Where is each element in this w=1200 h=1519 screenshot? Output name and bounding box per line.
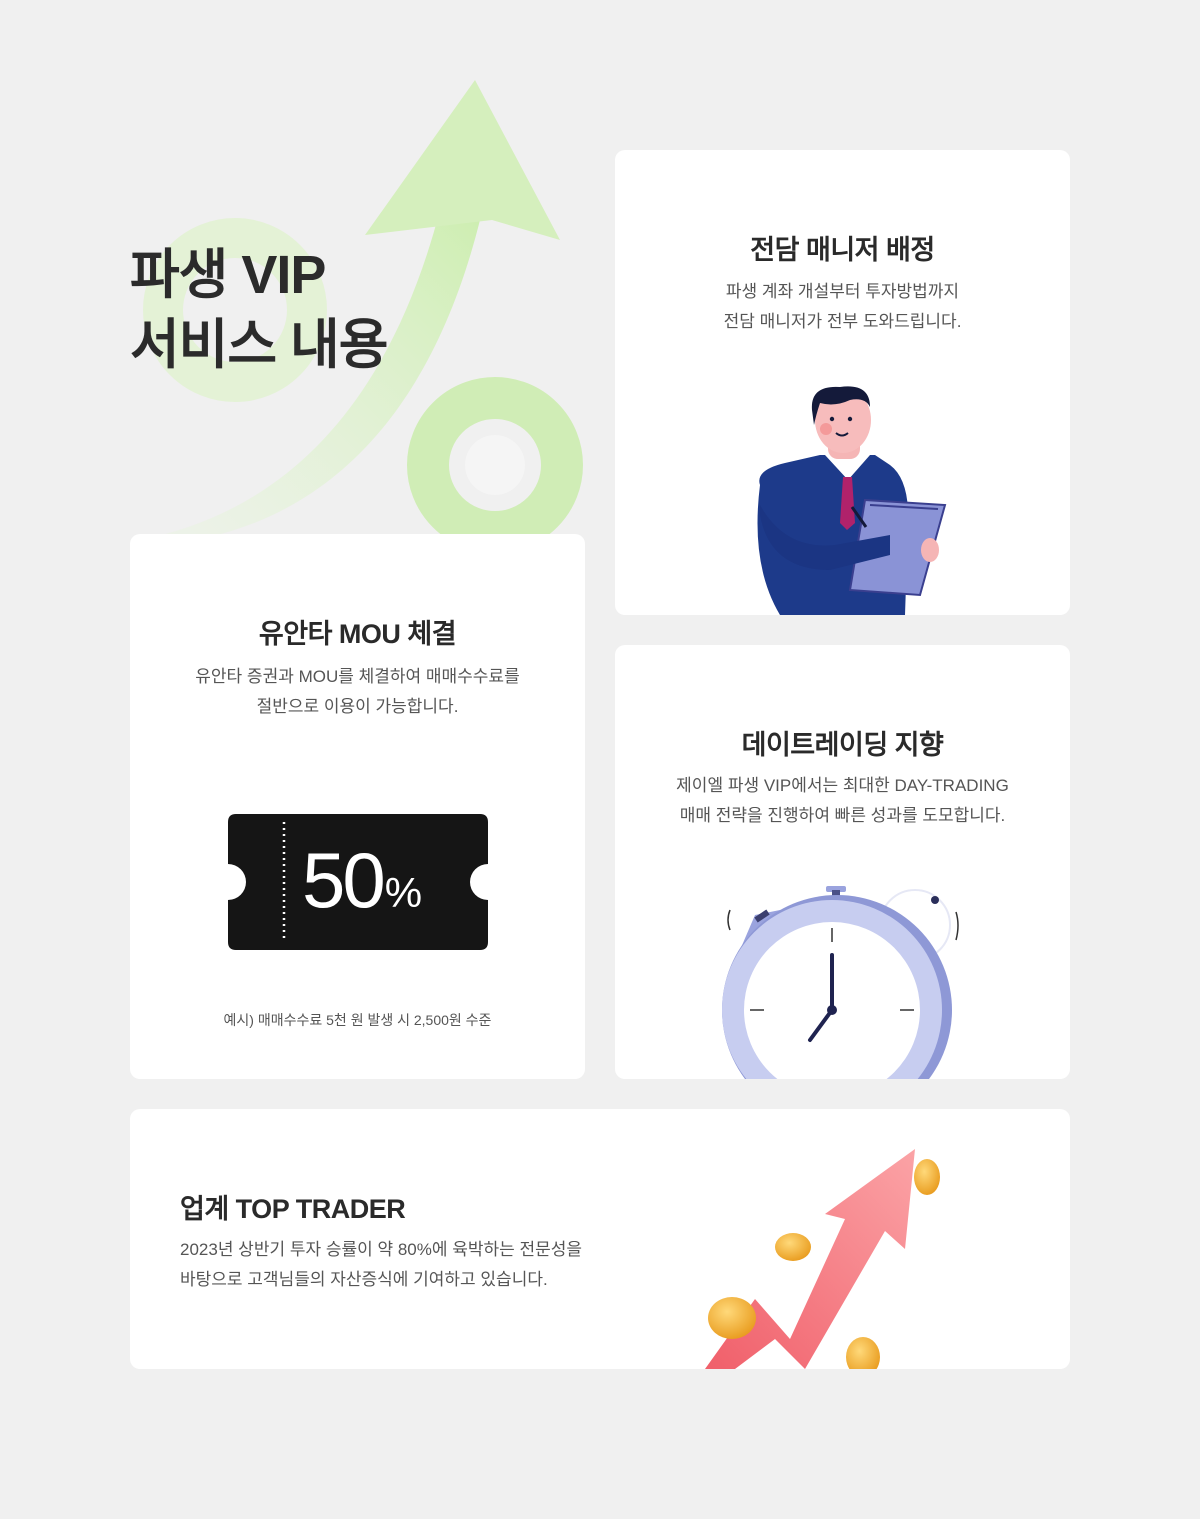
coupon-number: 50 — [302, 836, 386, 924]
manager-with-clipboard-illustration — [757, 386, 947, 615]
card-day-trading: 데이트레이딩 지향 제이엘 파생 VIP에서는 최대한 DAY-TRADING … — [615, 645, 1070, 1079]
example-note: 예시) 매매수수료 5천 원 발생 시 2,500원 수준 — [223, 1012, 492, 1028]
card-description: 2023년 상반기 투자 승률이 약 80%에 육박하는 전문성을 바탕으로 고… — [180, 1235, 582, 1295]
page-title: 파생 VIP 서비스 내용 — [130, 240, 388, 380]
card-top-trader: 업계 TOP TRADER 2023년 상반기 투자 승률이 약 80%에 육박… — [130, 1109, 1070, 1369]
desc-line-1: 제이엘 파생 VIP에서는 최대한 DAY-TRADING — [676, 776, 1009, 795]
desc-line-2: 매매 전략을 진행하여 빠른 성과를 도모합니다. — [679, 806, 1006, 825]
card-description: 유안타 증권과 MOU를 체결하여 매매수수료를 절반으로 이용이 가능합니다. — [130, 662, 585, 722]
card-title: 업계 TOP TRADER — [180, 1194, 406, 1224]
card-title: 데이트레이딩 지향 — [741, 730, 944, 760]
card-title: 전담 매니저 배정 — [750, 235, 935, 265]
desc-line-1: 유안타 증권과 MOU를 체결하여 매매수수료를 — [195, 667, 520, 686]
card-yuanta-mou: 유안타 MOU 체결 유안타 증권과 MOU를 체결하여 매매수수료를 절반으로… — [130, 534, 585, 1079]
desc-line-2: 절반으로 이용이 가능합니다. — [256, 697, 459, 716]
desc-line-1: 파생 계좌 개설부터 투자방법까지 — [725, 282, 960, 301]
page-title-line1: 파생 VIP — [130, 245, 326, 305]
desc-line-2: 바탕으로 고객님들의 자산증식에 기여하고 있습니다. — [180, 1270, 548, 1289]
desc-line-2: 전담 매니저가 전부 도와드립니다. — [723, 312, 962, 331]
card-description: 제이엘 파생 VIP에서는 최대한 DAY-TRADING 매매 전략을 진행하… — [615, 771, 1070, 831]
desc-line-1: 2023년 상반기 투자 승률이 약 80%에 육박하는 전문성을 — [180, 1240, 583, 1259]
card-title: 유안타 MOU 체결 — [258, 619, 457, 649]
card-dedicated-manager: 전담 매니저 배정 파생 계좌 개설부터 투자방법까지 전담 매니저가 전부 도… — [615, 150, 1070, 615]
coupon-discount-value: 50% — [302, 840, 422, 933]
stopwatch-icon — [722, 886, 959, 1079]
rising-arrow-coins-illustration — [705, 1149, 940, 1369]
coupon-unit: % — [384, 869, 423, 916]
page-title-line2: 서비스 내용 — [130, 315, 388, 375]
card-description: 파생 계좌 개설부터 투자방법까지 전담 매니저가 전부 도와드립니다. — [615, 277, 1070, 337]
